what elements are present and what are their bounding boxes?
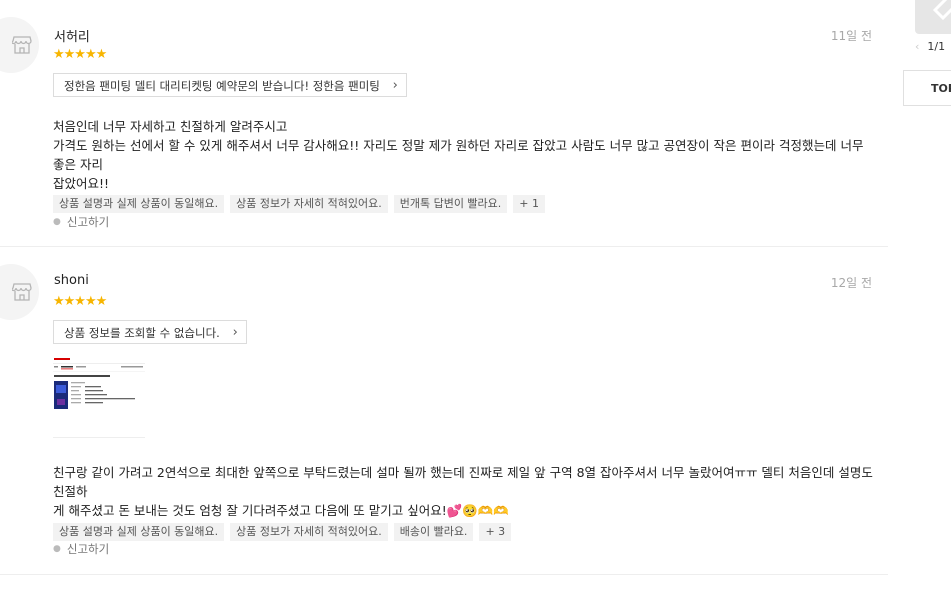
scroll-top-button[interactable]: TOP <box>903 70 951 106</box>
review-photo[interactable] <box>53 355 145 438</box>
review-item: shoni 12일 전 ★★★★★ 상품 정보를 조회할 수 없습니다. › 친… <box>0 247 888 575</box>
chevron-right-icon: › <box>232 325 238 340</box>
recent-items-pager: ‹ 1/1 <box>915 40 945 53</box>
more-tags-button[interactable]: + 3 <box>479 523 512 541</box>
avatar[interactable] <box>0 264 39 320</box>
reviewer-nickname[interactable]: shoni <box>54 273 89 288</box>
chevron-right-icon: › <box>392 78 398 93</box>
review-text-line: 가격도 원하는 선에서 할 수 있게 해주셔서 너무 감사해요!! 자리도 정말… <box>53 138 864 172</box>
report-button[interactable]: ● 신고하기 <box>53 541 109 557</box>
product-link-label: 정한음 팬미팅 델티 대리티켓팅 예약문의 받습니다! 정한음 팬미팅 <box>64 79 380 93</box>
shop-icon <box>12 36 32 54</box>
product-link[interactable]: 상품 정보를 조회할 수 없습니다. › <box>53 320 247 344</box>
review-text-line: 잡았어요!! <box>53 176 110 191</box>
review-text-line: 친구랑 같이 가려고 2연석으로 최대한 앞쪽으로 부탁드렸는데 설마 될까 했… <box>53 465 873 499</box>
ticket-screenshot-image <box>53 355 145 437</box>
product-link-label: 상품 정보를 조회할 수 없습니다. <box>64 326 220 340</box>
pager-count: 1/1 <box>927 40 946 53</box>
review-text-line: 게 해주셨고 돈 보내는 것도 엄청 잘 기다려주셨고 다음에 또 맡기고 싶어… <box>53 503 509 518</box>
review-date: 12일 전 <box>830 276 872 290</box>
review-tag: 배송이 빨라요. <box>393 523 474 541</box>
review-text: 친구랑 같이 가려고 2연석으로 최대한 앞쪽으로 부탁드렸는데 설마 될까 했… <box>53 463 873 520</box>
review-tag: 상품 정보가 자세히 적혀있어요. <box>230 523 388 541</box>
review-tags: 상품 설명과 실제 상품이 동일해요. 상품 정보가 자세히 적혀있어요. 배송… <box>53 523 512 541</box>
chevron-left-icon[interactable]: ‹ <box>915 40 919 53</box>
review-tags: 상품 설명과 실제 상품이 동일해요. 상품 정보가 자세히 적혀있어요. 번개… <box>53 195 546 213</box>
review-tag: 번개톡 답변이 빨라요. <box>393 195 508 213</box>
review-text-line: 처음인데 너무 자세하고 친절하게 알려주시고 <box>53 119 288 134</box>
report-button[interactable]: ● 신고하기 <box>53 214 109 230</box>
review-text: 처음인데 너무 자세하고 친절하게 알려주시고 가격도 원하는 선에서 할 수 … <box>53 117 873 193</box>
star-rating: ★★★★★ <box>53 294 107 309</box>
review-date: 11일 전 <box>830 29 872 43</box>
review-tag: 상품 정보가 자세히 적혀있어요. <box>230 195 388 213</box>
report-label: 신고하기 <box>66 542 110 556</box>
product-link[interactable]: 정한음 팬미팅 델티 대리티켓팅 예약문의 받습니다! 정한음 팬미팅 › <box>53 73 407 97</box>
reviewer-nickname[interactable]: 서허리 <box>54 26 90 45</box>
more-tags-button[interactable]: + 1 <box>513 195 546 213</box>
dot-icon: ● <box>53 217 61 227</box>
review-tag: 상품 설명과 실제 상품이 동일해요. <box>53 195 225 213</box>
recent-item-thumbnail[interactable] <box>915 0 951 34</box>
report-label: 신고하기 <box>66 215 110 229</box>
review-item: 서허리 11일 전 ★★★★★ 정한음 팬미팅 델티 대리티켓팅 예약문의 받습… <box>0 0 888 247</box>
dot-icon: ● <box>53 544 61 554</box>
image-placeholder-icon <box>932 0 951 21</box>
avatar[interactable] <box>0 17 39 73</box>
review-tag: 상품 설명과 실제 상품이 동일해요. <box>53 523 225 541</box>
shop-icon <box>12 283 32 301</box>
star-rating: ★★★★★ <box>53 47 107 62</box>
